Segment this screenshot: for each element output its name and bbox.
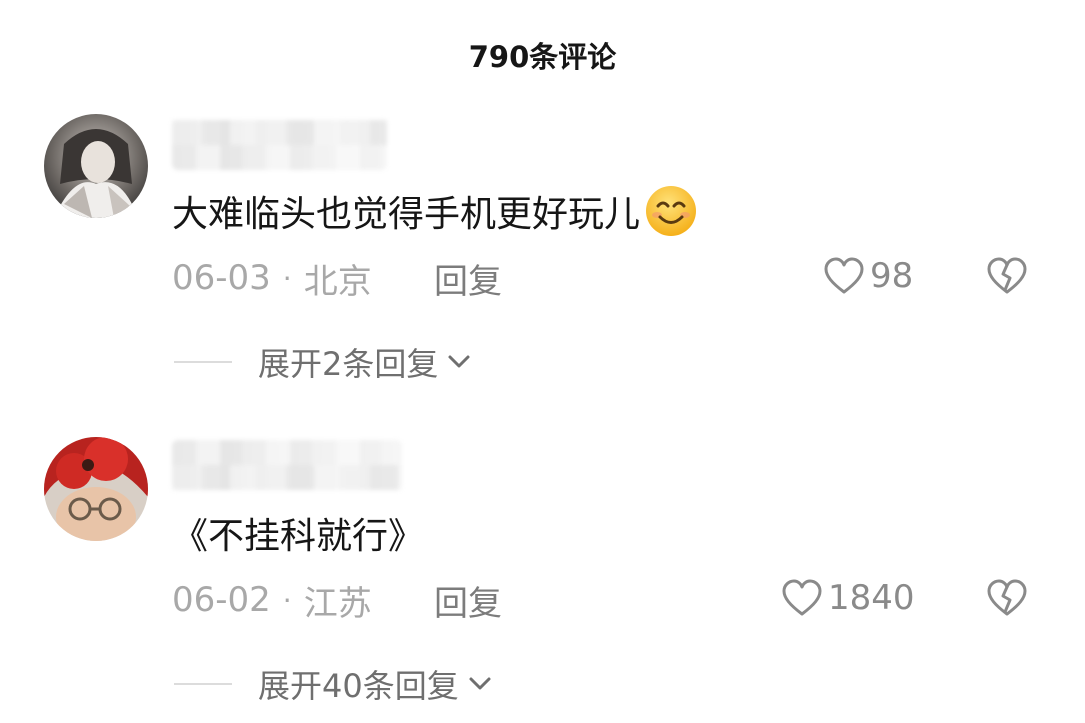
heart-icon	[824, 257, 864, 294]
like-count: 98	[870, 256, 914, 296]
like-button[interactable]: 98	[822, 254, 913, 298]
chevron-down-icon	[448, 355, 470, 368]
avatar[interactable]	[44, 437, 148, 541]
comment-date: 06-02	[172, 580, 271, 620]
avatar-image	[44, 437, 148, 541]
comment-count-title: 790条评论	[468, 40, 617, 74]
comment-text: 《不挂科就行》	[172, 508, 424, 558]
reply-button[interactable]: 回复	[434, 576, 502, 625]
meta-separator: ·	[282, 583, 292, 617]
avatar-image	[44, 114, 148, 218]
expand-replies-label: 展开2条回复	[258, 345, 439, 383]
expand-replies-button[interactable]: 展开40条回复	[174, 662, 495, 706]
comment-text-content: 《不挂科就行》	[172, 516, 425, 557]
avatar[interactable]	[44, 114, 148, 218]
reply-button[interactable]: 回复	[434, 254, 502, 303]
chevron-down-icon	[469, 677, 491, 690]
expand-replies-button[interactable]: 展开2条回复	[174, 340, 474, 384]
divider-line	[174, 683, 232, 685]
smiling-face-icon	[646, 186, 697, 236]
comment-meta: 06-02 · 江苏 回复	[172, 578, 502, 624]
meta-separator: ·	[282, 261, 292, 295]
comments-panel: 790条评论 大难临头也觉得手机更好玩儿 06-03 · 北京 回复 98 展开…	[0, 0, 1085, 723]
comment-text-content: 大难临头也觉得手机更好玩儿	[172, 194, 641, 235]
broken-heart-icon[interactable]	[985, 254, 1029, 298]
comment-date: 06-03	[172, 258, 271, 298]
expand-replies-label: 展开40条回复	[258, 667, 459, 705]
divider-line	[174, 361, 232, 363]
comment-text: 大难临头也觉得手机更好玩儿	[172, 184, 698, 238]
username-blurred[interactable]	[172, 440, 402, 490]
like-count: 1840	[828, 578, 915, 618]
broken-heart-icon[interactable]	[985, 576, 1029, 620]
comment-meta: 06-03 · 北京 回复	[172, 256, 502, 302]
heart-icon	[782, 579, 822, 616]
like-button[interactable]: 1840	[780, 576, 915, 620]
comment-location: 北京	[303, 261, 372, 302]
username-blurred[interactable]	[172, 120, 387, 170]
comment-location: 江苏	[303, 583, 372, 624]
